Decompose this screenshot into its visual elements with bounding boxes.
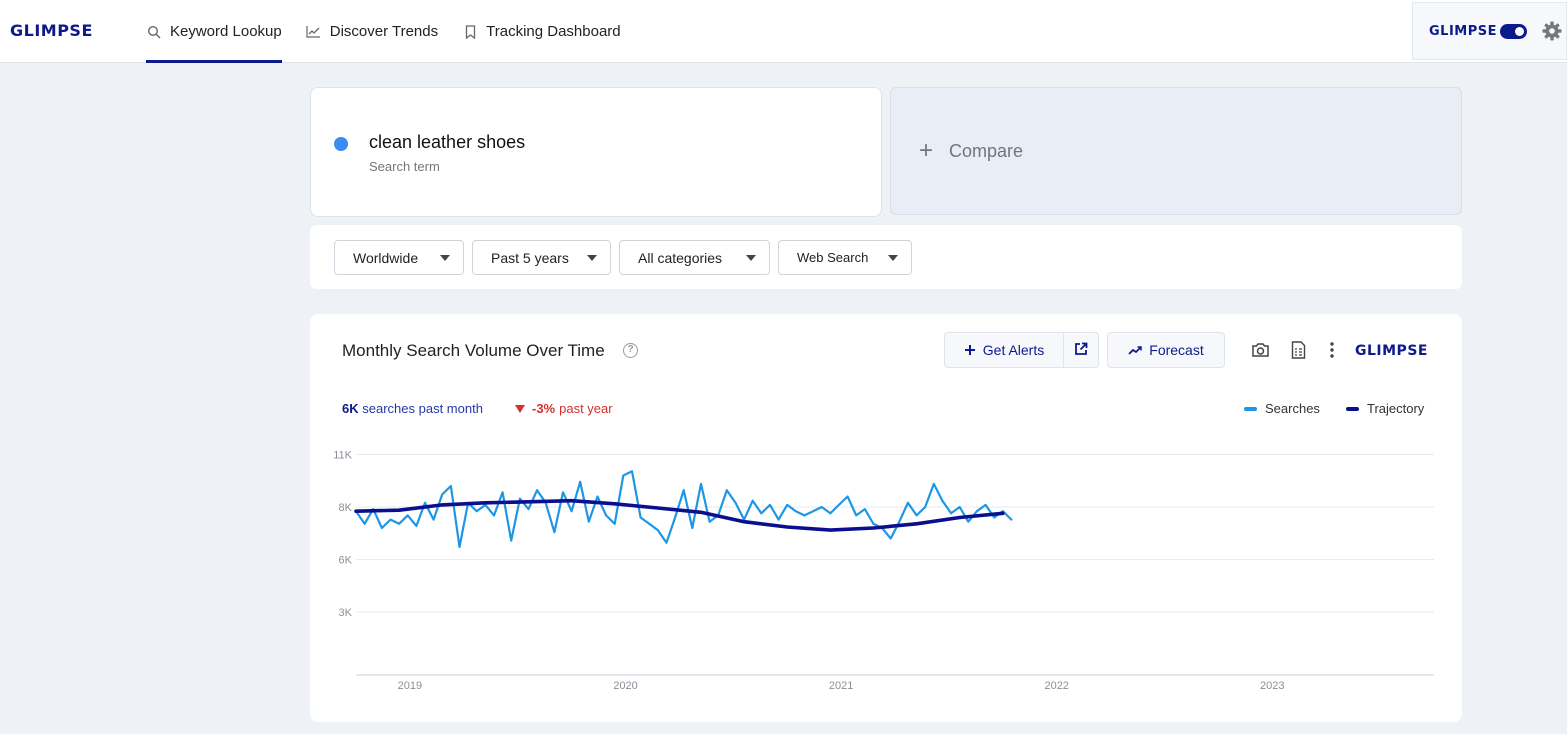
caret-down-icon <box>587 255 597 261</box>
tab-discover-trends[interactable]: Discover Trends <box>306 0 438 63</box>
y-tick-label: 8K <box>339 502 353 514</box>
caret-down-icon <box>746 255 756 261</box>
bookmark-icon <box>462 24 478 40</box>
tab-label: Discover Trends <box>329 23 439 40</box>
series-color-dot <box>334 137 348 151</box>
x-tick-label: 2020 <box>613 680 637 692</box>
period-dropdown[interactable]: Past 5 years <box>472 240 611 275</box>
glimpse-logo-small: GLIMPSE <box>1429 24 1497 39</box>
category-value: All categories <box>638 249 723 266</box>
brand-toggle-panel: GLIMPSE <box>1412 2 1567 60</box>
category-dropdown[interactable]: All categories <box>619 240 770 275</box>
top-navigation-bar: GLIMPSE Keyword Lookup Discover Trends T… <box>0 0 1567 63</box>
tab-tracking-dashboard[interactable]: Tracking Dashboard <box>462 0 621 63</box>
gear-icon[interactable] <box>1541 20 1563 42</box>
x-tick-label: 2022 <box>1044 680 1068 692</box>
x-tick-label: 2021 <box>829 680 853 692</box>
trend-icon <box>306 24 322 40</box>
search-term-card[interactable]: clean leather shoes Search term <box>310 87 882 217</box>
search-term[interactable]: clean leather shoes <box>369 132 525 153</box>
source-value: Web Search <box>797 250 869 265</box>
source-dropdown[interactable]: Web Search <box>778 240 912 275</box>
search-icon <box>146 24 162 40</box>
region-value: Worldwide <box>353 249 419 266</box>
tab-keyword-lookup[interactable]: Keyword Lookup <box>146 0 282 63</box>
theme-toggle[interactable] <box>1500 24 1527 39</box>
search-term-caption: Search term <box>369 159 440 174</box>
y-tick-label: 6K <box>339 555 353 567</box>
compare-label: Compare <box>949 140 1024 161</box>
x-tick-label: 2019 <box>398 680 422 692</box>
search-volume-chart-card: Monthly Search Volume Over Time ? Get Al… <box>310 314 1462 722</box>
period-value: Past 5 years <box>491 249 569 266</box>
tab-label: Keyword Lookup <box>170 23 282 40</box>
region-dropdown[interactable]: Worldwide <box>334 240 464 275</box>
main-nav: Keyword Lookup Discover Trends Tracking … <box>146 0 645 63</box>
tab-label: Tracking Dashboard <box>486 23 621 40</box>
search-volume-line-chart: 3K 6K 8K 11K 2019 2020 2021 2022 2023 <box>333 450 1434 692</box>
filter-bar: Worldwide Past 5 years All categories We… <box>310 225 1462 289</box>
caret-down-icon <box>440 255 450 261</box>
glimpse-logo[interactable]: GLIMPSE <box>10 21 93 40</box>
y-tick-label: 11K <box>333 450 352 462</box>
caret-down-icon <box>888 255 898 261</box>
y-tick-label: 3K <box>339 607 353 619</box>
x-tick-label: 2023 <box>1260 680 1284 692</box>
compare-button[interactable]: + Compare <box>890 87 1462 215</box>
plus-icon: + <box>919 137 934 164</box>
